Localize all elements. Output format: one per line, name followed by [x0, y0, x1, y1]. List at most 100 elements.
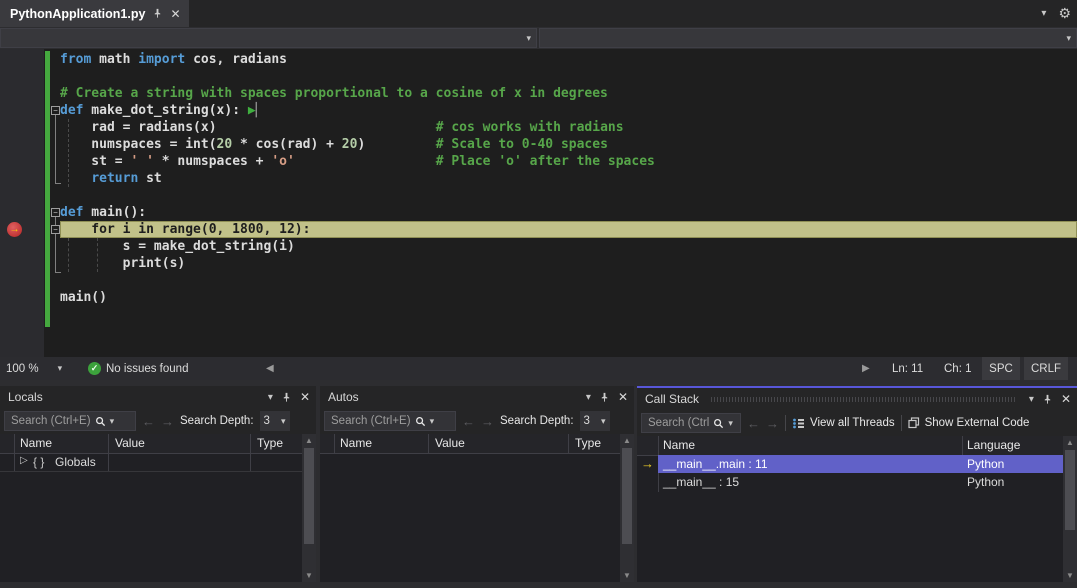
scrollbar-thumb[interactable] — [304, 448, 314, 544]
search-placeholder: Search (Ctrl+E) — [11, 415, 91, 427]
close-icon[interactable]: ✕ — [170, 8, 180, 20]
chevron-down-icon[interactable]: ▾ — [1029, 394, 1034, 405]
column-separator[interactable] — [962, 436, 963, 455]
callstack-frame-row[interactable]: __main__ : 15Python — [637, 473, 1063, 491]
callstack-title-bar[interactable]: Call Stack ▾ ✕ — [637, 388, 1077, 410]
forward-arrow-icon[interactable]: → — [766, 416, 779, 431]
search-depth-combo[interactable]: 3 ▾ — [580, 411, 610, 431]
pin-icon[interactable] — [281, 392, 292, 403]
code-line[interactable]: for i in range(0, 1800, 12): — [60, 221, 1077, 238]
column-type[interactable]: Type — [257, 436, 283, 450]
code-line[interactable]: def main(): — [60, 204, 1077, 221]
document-health[interactable]: ✓ No issues found — [88, 357, 188, 380]
gear-icon[interactable]: ⚙ — [1058, 5, 1071, 22]
change-tracking-bar — [45, 51, 50, 327]
back-arrow-icon[interactable]: ← — [747, 416, 760, 431]
chevron-down-icon: ▾ — [58, 363, 63, 374]
column-value[interactable]: Value — [435, 436, 465, 450]
scroll-up-icon[interactable]: ▲ — [620, 436, 634, 445]
chevron-down-icon[interactable]: ▾ — [586, 392, 591, 403]
callstack-grid-header[interactable]: Name Language — [637, 436, 1063, 456]
scrollbar-thumb[interactable] — [1065, 450, 1075, 530]
pin-icon[interactable] — [152, 8, 163, 19]
close-icon[interactable]: ✕ — [1061, 392, 1071, 406]
chevron-down-icon[interactable]: ▾ — [430, 416, 435, 427]
code-line[interactable]: return st — [60, 170, 1077, 187]
nav-type-dropdown[interactable]: ▾ — [0, 28, 537, 48]
column-language[interactable]: Language — [967, 438, 1020, 452]
space-mode-toggle[interactable]: SPC — [982, 357, 1020, 380]
scroll-up-icon[interactable]: ▲ — [302, 436, 316, 445]
fold-collapse-box[interactable]: − — [51, 106, 60, 115]
expander-icon[interactable]: ▷ — [20, 455, 28, 466]
nav-member-dropdown[interactable]: ▾ — [539, 28, 1077, 48]
scroll-down-icon[interactable]: ▼ — [1063, 571, 1077, 580]
code-line[interactable]: rad = radians(x) # cos works with radian… — [60, 119, 1077, 136]
line-ending-toggle[interactable]: CRLF — [1024, 357, 1068, 380]
code-line[interactable]: main() — [60, 289, 1077, 306]
search-input[interactable]: Search (Ctrl+E) ▾ — [4, 411, 136, 431]
autos-grid-header[interactable]: Name Value Type — [320, 434, 620, 454]
code-line[interactable] — [60, 68, 1077, 85]
callstack-frame-row[interactable]: →__main__.main : 11Python — [637, 455, 1063, 473]
chevron-down-icon[interactable]: ▾ — [110, 416, 115, 427]
view-all-threads-button[interactable]: View all Threads — [792, 417, 895, 429]
chevron-down-icon[interactable]: ▾ — [268, 392, 273, 403]
autos-scrollbar[interactable]: ▲ ▼ — [620, 434, 634, 582]
show-external-code-button[interactable]: Show External Code — [908, 417, 1030, 429]
code-line[interactable]: numspaces = int(20 * cos(rad) + 20) # Sc… — [60, 136, 1077, 153]
autos-grid: Name Value Type ▲ ▼ — [320, 434, 634, 582]
pin-icon[interactable] — [1042, 394, 1053, 405]
scroll-down-icon[interactable]: ▼ — [620, 571, 634, 580]
fold-collapse-box[interactable]: − — [51, 225, 60, 234]
column-value[interactable]: Value — [115, 436, 145, 450]
scrollbar-thumb[interactable] — [622, 448, 632, 544]
locals-title-bar[interactable]: Locals ▾ ✕ — [0, 386, 316, 408]
drag-grip[interactable] — [711, 397, 1017, 402]
breakpoint-current-line-icon[interactable]: → — [7, 222, 22, 237]
column-name[interactable]: Name — [340, 436, 372, 450]
callstack-scrollbar[interactable]: ▲ ▼ — [1063, 436, 1077, 582]
zoom-combo[interactable]: 100 % ▾ — [6, 357, 72, 380]
code-line[interactable]: s = make_dot_string(i) — [60, 238, 1077, 255]
code-line[interactable]: # Create a string with spaces proportion… — [60, 85, 1077, 102]
column-name[interactable]: Name — [20, 436, 52, 450]
code-token: return — [91, 171, 138, 186]
locals-grid-header[interactable]: Name Value Type — [0, 434, 302, 454]
hscroll-left-icon[interactable]: ◀ — [266, 357, 274, 380]
code-editor[interactable]: from math import cos, radians # Create a … — [0, 49, 1077, 357]
close-icon[interactable]: ✕ — [618, 390, 628, 404]
hscroll-right-icon[interactable]: ▶ — [862, 357, 870, 380]
forward-arrow-icon[interactable]: → — [481, 414, 494, 429]
code-token: # Create a string with spaces proportion… — [60, 86, 608, 101]
search-input[interactable]: Search (Ctrl+E) ▾ — [324, 411, 456, 431]
locals-scrollbar[interactable]: ▲ ▼ — [302, 434, 316, 582]
chevron-down-icon[interactable]: ▾ — [728, 418, 733, 429]
scroll-down-icon[interactable]: ▼ — [302, 571, 316, 580]
search-depth-combo[interactable]: 3 ▾ — [260, 411, 290, 431]
column-type[interactable]: Type — [575, 436, 601, 450]
column-separator[interactable] — [428, 434, 429, 453]
search-input[interactable]: Search (Ctrl ▾ — [641, 413, 741, 433]
column-separator[interactable] — [568, 434, 569, 453]
code-line[interactable]: from math import cos, radians — [60, 51, 1077, 68]
execution-arrow-icon: → — [10, 225, 20, 235]
forward-arrow-icon[interactable]: → — [161, 414, 174, 429]
back-arrow-icon[interactable]: ← — [142, 414, 155, 429]
code-line[interactable]: st = ' ' * numspaces + 'o' # Place 'o' a… — [60, 153, 1077, 170]
scroll-up-icon[interactable]: ▲ — [1063, 438, 1077, 447]
tab-pythonapplication1[interactable]: PythonApplication1.py ✕ — [0, 0, 189, 27]
code-line[interactable]: print(s) — [60, 255, 1077, 272]
column-name[interactable]: Name — [663, 438, 695, 452]
back-arrow-icon[interactable]: ← — [462, 414, 475, 429]
autos-title-bar[interactable]: Autos ▾ ✕ — [320, 386, 634, 408]
pin-icon[interactable] — [599, 392, 610, 403]
chevron-down-icon[interactable]: ▾ — [1041, 8, 1046, 19]
breakpoint-margin[interactable] — [0, 49, 44, 357]
code-line[interactable] — [60, 272, 1077, 289]
locals-row[interactable]: ▷{ }Globals — [0, 453, 302, 472]
fold-collapse-box[interactable]: − — [51, 208, 60, 217]
close-icon[interactable]: ✕ — [300, 390, 310, 404]
code-line[interactable] — [60, 187, 1077, 204]
code-line[interactable]: def make_dot_string(x): ▶▏ — [60, 102, 1077, 119]
